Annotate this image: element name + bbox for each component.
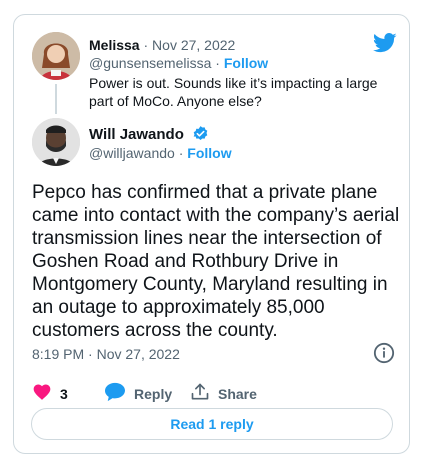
twitter-bird-icon[interactable] [373,33,397,58]
share-button[interactable]: Share [190,382,257,405]
avatar-will-jawando[interactable] [32,118,80,166]
thread-connector-line [55,84,57,114]
share-label: Share [218,385,257,402]
parent-handle[interactable]: @gunsensemelissa [89,55,211,71]
tweet-card: Melissa · Nov 27, 2022 @gunsensemelissa … [13,14,410,454]
reply-label: Reply [134,385,173,402]
avatar-melissa[interactable] [32,32,80,80]
parent-handle-line: @gunsensemelissa · Follow [89,55,269,71]
separator: · [143,37,149,53]
reply-author-name[interactable]: Will Jawando [89,126,184,143]
share-upload-icon [190,382,210,405]
reply-follow-button[interactable]: Follow [187,145,231,161]
parent-tweet-text: Power is out. Sounds like it’s impacting… [89,75,378,109]
heart-icon [32,382,52,405]
reply-button[interactable]: Reply [104,382,172,405]
reply-handle[interactable]: @willjawando [89,145,175,161]
verified-badge-icon [192,125,209,146]
like-button[interactable]: 3 [32,382,68,405]
read-replies-button[interactable]: Read 1 reply [31,408,393,440]
like-count: 3 [60,385,68,402]
reply-tweet-text: Pepco has confirmed that a private plane… [32,182,400,341]
parent-date[interactable]: Nov 27, 2022 [152,37,235,53]
reply-handle-line: @willjawando · Follow [89,145,232,161]
parent-author-line: Melissa · Nov 27, 2022 [89,37,235,53]
parent-author-name[interactable]: Melissa [89,37,140,53]
reply-author-line: Will Jawando [89,125,209,146]
parent-follow-button[interactable]: Follow [224,55,268,71]
reply-bubble-icon [104,382,126,405]
info-icon[interactable] [373,342,395,369]
tweet-timestamp[interactable]: 8:19 PM · Nov 27, 2022 [32,346,180,362]
